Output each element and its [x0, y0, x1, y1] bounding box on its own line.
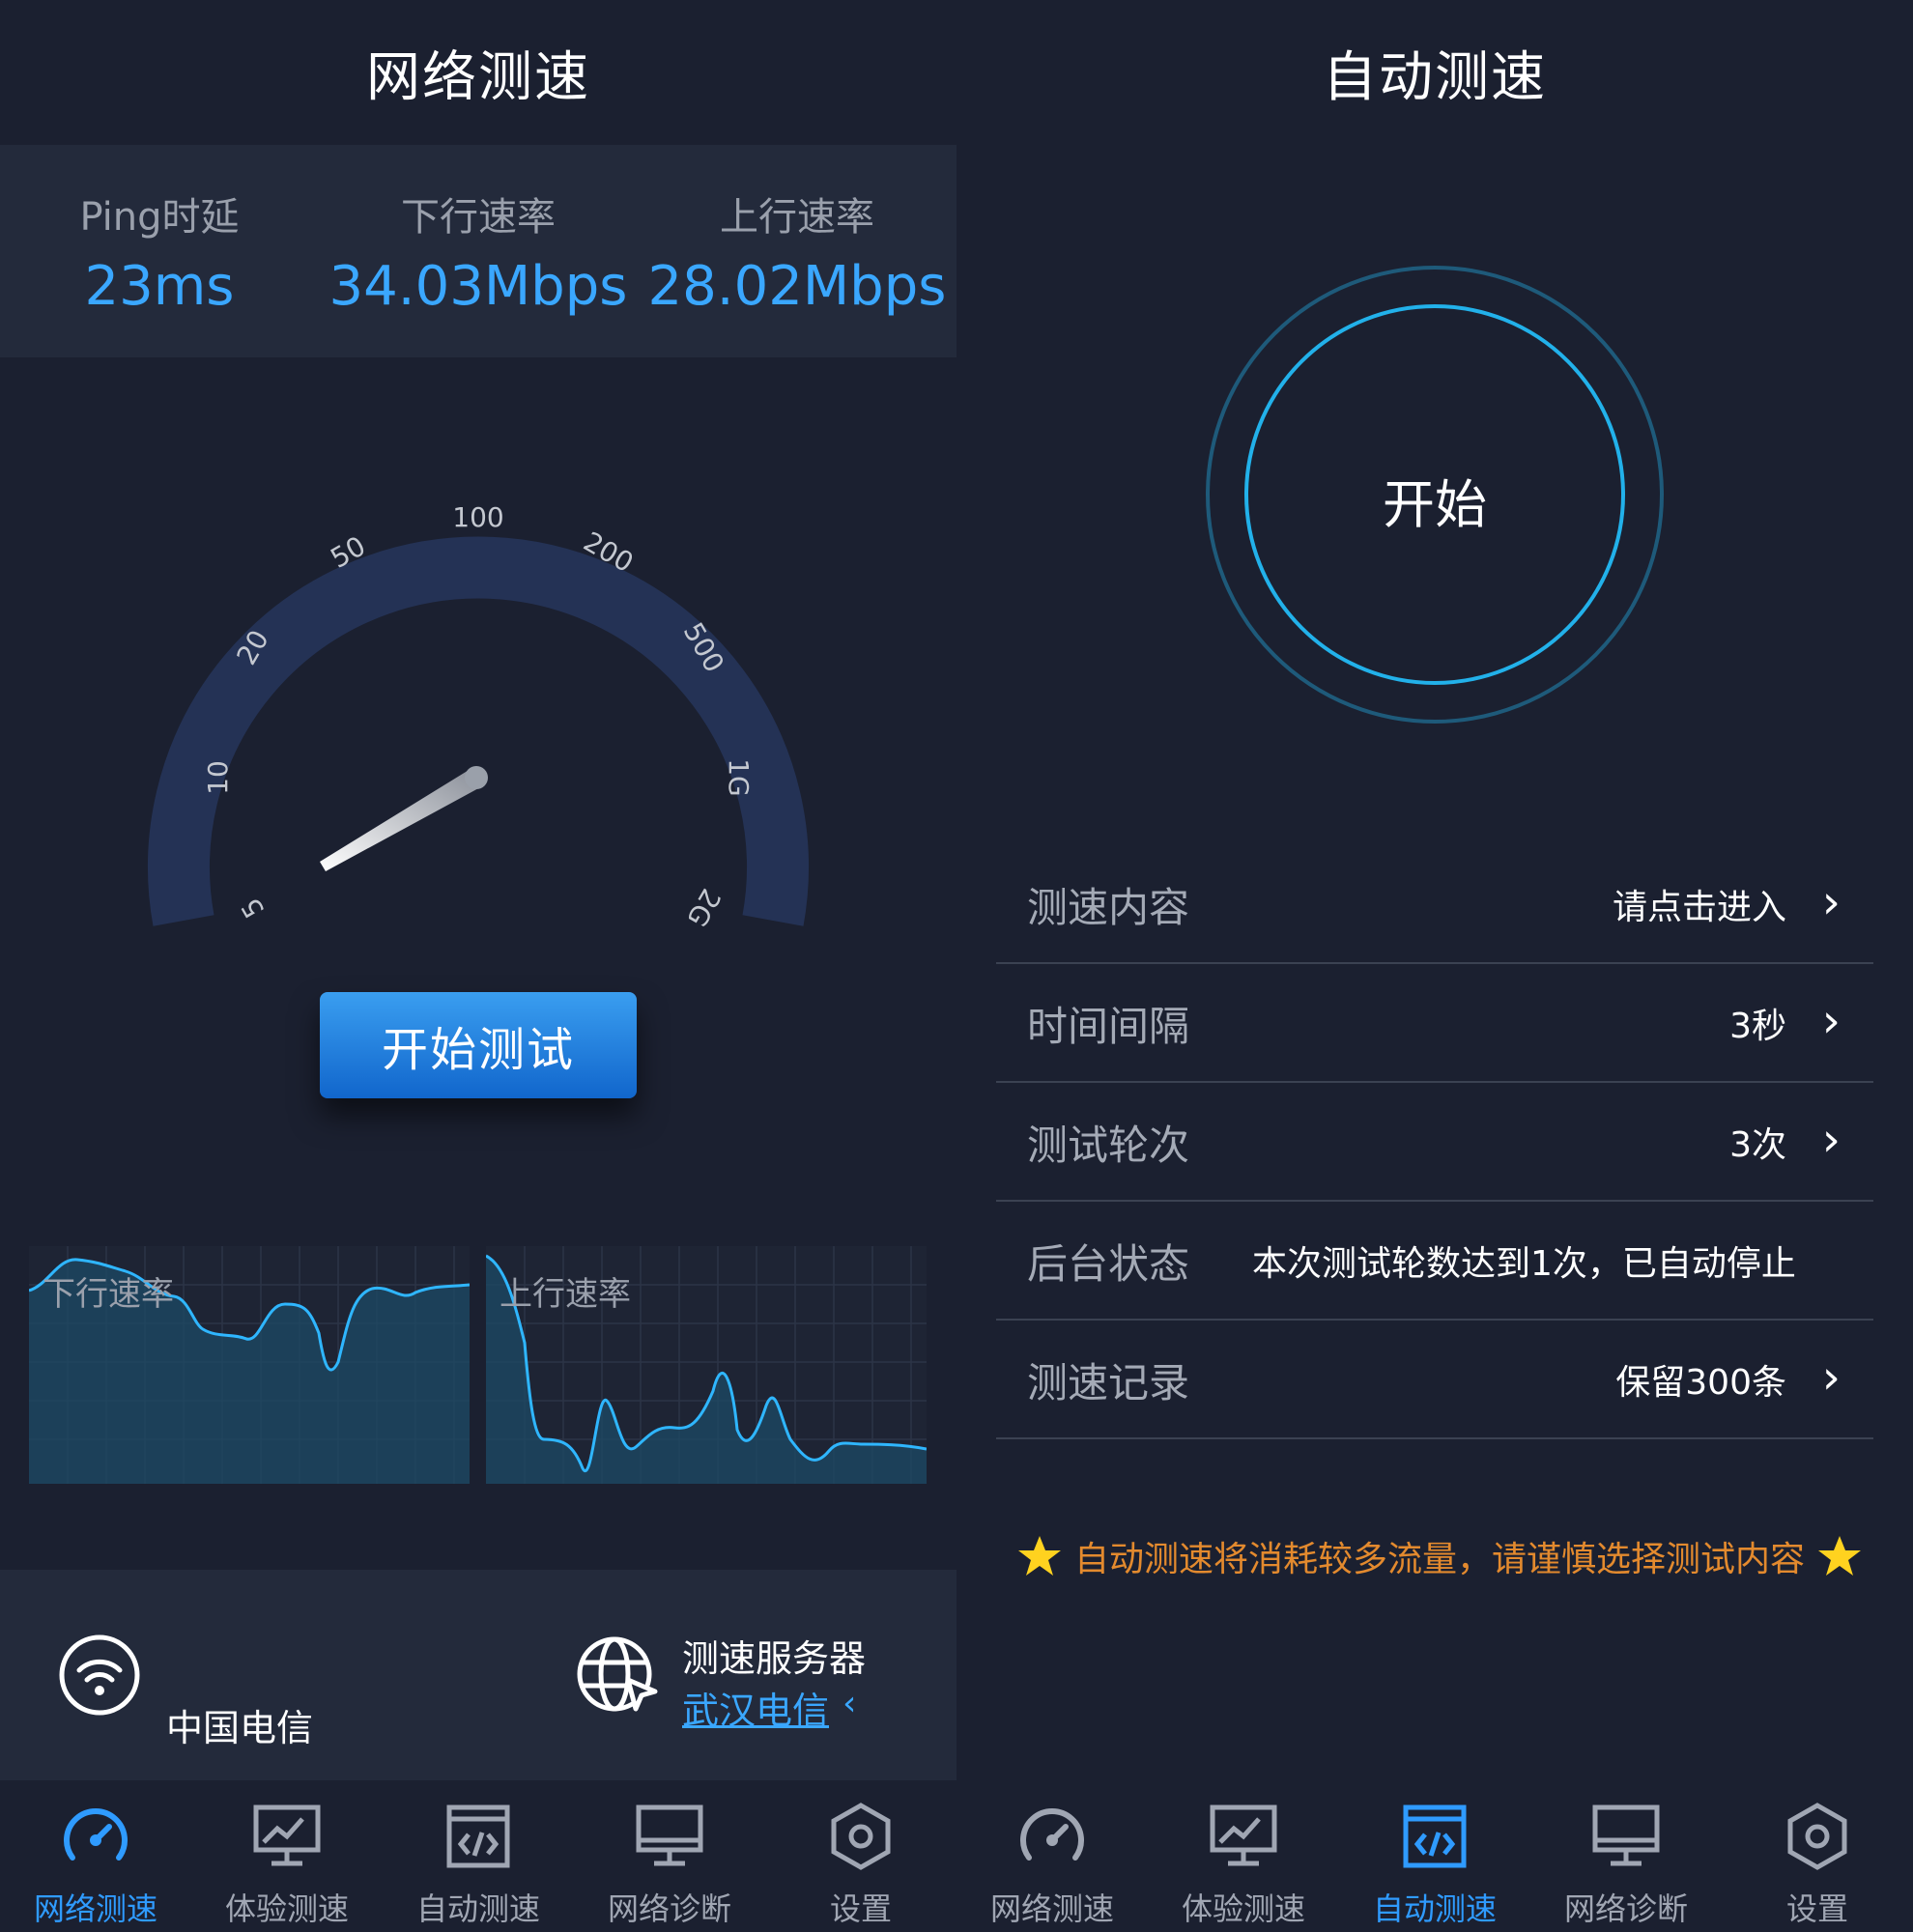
stat-ping: Ping时延 23ms — [0, 145, 319, 357]
gauge-tick-label: 100 — [452, 501, 503, 533]
stat-upload: 上行速率 28.02Mbps — [638, 145, 956, 357]
code-window-icon — [446, 1804, 510, 1868]
star-icon — [1017, 1536, 1061, 1576]
nav-label: 网络测速 — [989, 1890, 1114, 1927]
star-icon — [1818, 1536, 1861, 1576]
hexagon-gear-icon — [831, 1803, 891, 1870]
nav-item-auto-test[interactable]: 自动测速 — [383, 1780, 574, 1932]
row-key: 后台状态 — [1027, 1239, 1190, 1288]
page-title: 网络测速 — [366, 45, 590, 109]
nav-label: 网络诊断 — [1563, 1890, 1688, 1927]
chevron-left-icon[interactable]: ‹ — [842, 1684, 856, 1723]
nav-label: 设置 — [829, 1890, 892, 1927]
chart-monitor-icon — [253, 1804, 321, 1866]
code-window-icon — [1403, 1804, 1467, 1868]
gauge-tick-label: 2G — [680, 883, 727, 932]
row-value: 3秒 — [1729, 1007, 1786, 1046]
nav-item-auto-test[interactable]: 自动测速 — [1339, 1780, 1530, 1932]
mini-chart-label: 上行速率 — [500, 1275, 631, 1314]
nav-item-settings[interactable]: 设置 — [1722, 1780, 1913, 1932]
nav-label: 自动测速 — [415, 1890, 540, 1927]
gauge-arc — [148, 536, 809, 926]
stats-bar: Ping时延 23ms 下行速率 34.03Mbps 上行速率 28.02Mbp… — [0, 145, 956, 357]
network-info-bar: 中国电信 测速服务器 武汉电信 ‹ — [0, 1570, 956, 1780]
mini-chart-label: 下行速率 — [43, 1275, 174, 1314]
start-ring-label[interactable]: 开始 — [1338, 462, 1531, 538]
stat-download: 下行速率 34.03Mbps — [319, 145, 638, 357]
row-key: 测试轮次 — [1027, 1121, 1190, 1169]
nav-item-diagnosis[interactable]: 网络诊断 — [1530, 1780, 1722, 1932]
row-background-status: 后台状态 本次测试轮数达到1次，已自动停止 — [996, 1203, 1873, 1321]
stat-value: 34.03Mbps — [328, 254, 628, 318]
traffic-warning: 自动测速将消耗较多流量，请谨慎选择测试内容 — [1005, 1531, 1874, 1581]
nav-item-speed-test[interactable]: 网络测速 — [0, 1780, 191, 1932]
nav-item-settings[interactable]: 设置 — [765, 1780, 956, 1932]
gauge-tick-label: 10 — [202, 760, 234, 795]
nav-label: 网络测速 — [33, 1890, 157, 1927]
gauge-tick-label: 5 — [235, 893, 271, 923]
row-key: 时间间隔 — [1027, 1002, 1190, 1050]
chevron-right-icon: › — [1821, 875, 1841, 929]
row-test-content[interactable]: 测速内容 请点击进入 › — [996, 846, 1873, 964]
stat-value: 28.02Mbps — [647, 254, 947, 318]
nav-item-experience[interactable]: 体验测速 — [191, 1780, 383, 1932]
server-link[interactable]: 武汉电信 — [682, 1681, 829, 1734]
page-title: 自动测速 — [1323, 45, 1547, 109]
gauge-tick-label: 1G — [723, 758, 755, 797]
upload-mini-chart: 上行速率 — [486, 1246, 927, 1484]
row-key: 测速记录 — [1027, 1358, 1190, 1406]
bottom-nav: 网络测速 体验测速 自动测速 网络诊断 设置 — [956, 1780, 1913, 1932]
monitor-icon — [636, 1804, 703, 1866]
nav-label: 体验测速 — [1181, 1890, 1305, 1927]
warning-text: 自动测速将消耗较多流量，请谨慎选择测试内容 — [1073, 1540, 1805, 1579]
server-title: 测速服务器 — [682, 1637, 867, 1680]
row-value: 3次 — [1729, 1125, 1786, 1165]
nav-item-speed-test[interactable]: 网络测速 — [956, 1780, 1148, 1932]
speed-gauge: 051020501002005001G2G5G — [148, 501, 809, 932]
start-test-button[interactable]: 开始测试 — [320, 992, 637, 1098]
chart-monitor-icon — [1210, 1804, 1277, 1866]
stat-value: 23ms — [84, 254, 235, 318]
row-value: 保留300条 — [1615, 1363, 1786, 1403]
speed-test-panel: 网络测速 Ping时延 23ms 下行速率 34.03Mbps 上行速率 28.… — [0, 0, 956, 1932]
speedometer-icon — [64, 1808, 128, 1861]
speedometer-icon — [1020, 1808, 1084, 1861]
globe-cursor-icon — [577, 1636, 658, 1712]
row-key: 测速内容 — [1027, 883, 1190, 931]
carrier-name: 中国电信 — [166, 1707, 314, 1749]
stat-label: 下行速率 — [401, 194, 556, 240]
chevron-right-icon: › — [1821, 1113, 1841, 1167]
nav-item-diagnosis[interactable]: 网络诊断 — [574, 1780, 765, 1932]
row-rounds[interactable]: 测试轮次 3次 › — [996, 1084, 1873, 1202]
chevron-right-icon: › — [1821, 1350, 1841, 1405]
gauge-needle — [320, 769, 482, 871]
row-value: 请点击进入 — [1612, 888, 1786, 927]
download-mini-chart: 下行速率 — [29, 1246, 470, 1484]
bottom-nav: 网络测速 体验测速 自动测速 网络诊断 设置 — [0, 1780, 956, 1932]
gauge-needle-cap — [465, 766, 488, 789]
chevron-right-icon: › — [1821, 994, 1841, 1048]
row-value: 本次测试轮数达到1次，已自动停止 — [1252, 1244, 1796, 1284]
row-records[interactable]: 测速记录 保留300条 › — [996, 1321, 1873, 1439]
screen: 网络测速 Ping时延 23ms 下行速率 34.03Mbps 上行速率 28.… — [0, 0, 1913, 1932]
nav-label: 网络诊断 — [607, 1890, 731, 1927]
nav-item-experience[interactable]: 体验测速 — [1148, 1780, 1339, 1932]
stat-label: Ping时延 — [79, 194, 240, 240]
stat-label: 上行速率 — [720, 194, 874, 240]
row-interval[interactable]: 时间间隔 3秒 › — [996, 965, 1873, 1083]
monitor-icon — [1592, 1804, 1660, 1866]
nav-label: 体验测速 — [224, 1890, 349, 1927]
wifi-icon — [59, 1634, 140, 1716]
nav-label: 自动测速 — [1372, 1890, 1497, 1927]
hexagon-gear-icon — [1787, 1803, 1847, 1870]
nav-label: 设置 — [1785, 1890, 1848, 1927]
